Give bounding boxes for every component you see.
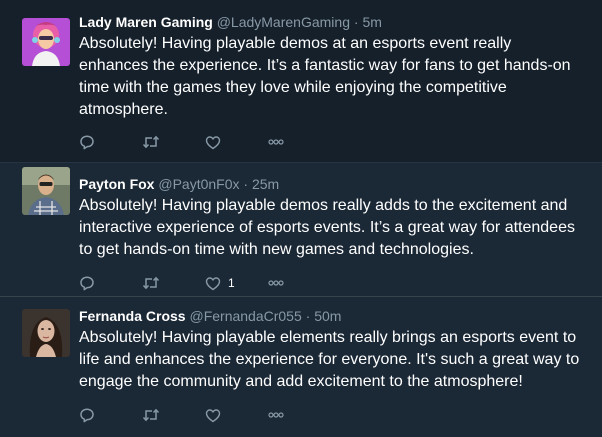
tweet-actions: 1 (79, 273, 592, 293)
more-button[interactable] (268, 280, 331, 286)
avatar-image (22, 167, 70, 215)
like-button[interactable]: 1 (205, 276, 268, 291)
like-button[interactable] (205, 408, 268, 423)
retweet-button[interactable] (142, 407, 205, 423)
user-handle[interactable]: @Payt0nF0x (158, 176, 239, 192)
display-name[interactable]: Payton Fox (79, 176, 154, 192)
more-icon (268, 412, 284, 418)
retweet-icon (142, 276, 160, 290)
tweet[interactable]: Payton Fox @Payt0nF0x · 25m Absolutely! … (0, 163, 602, 297)
separator: · (353, 14, 359, 30)
avatar-image (22, 309, 70, 357)
retweet-button[interactable] (142, 134, 205, 150)
like-button[interactable] (205, 135, 268, 150)
tweet-text: Absolutely! Having playable demos really… (79, 197, 575, 258)
more-button[interactable] (268, 139, 331, 145)
user-handle[interactable]: @FernandaCr055 (189, 308, 301, 324)
timestamp[interactable]: 25m (252, 176, 279, 192)
tweet-feed: Lady Maren Gaming @LadyMarenGaming · 5m … (0, 0, 602, 437)
heart-icon (205, 276, 221, 290)
tweet-actions (79, 132, 592, 152)
tweet-header: Payton Fox @Payt0nF0x · 25m (79, 175, 592, 193)
like-count: 1 (228, 276, 235, 290)
tweet-text: Absolutely! Having playable demos at an … (79, 35, 571, 118)
retweet-icon (142, 135, 160, 149)
more-button[interactable] (268, 412, 331, 418)
display-name[interactable]: Lady Maren Gaming (79, 14, 213, 30)
reply-button[interactable] (79, 275, 142, 291)
reply-icon (80, 276, 94, 291)
reply-icon (80, 135, 94, 150)
heart-icon (205, 408, 221, 422)
timestamp[interactable]: 5m (362, 14, 381, 30)
tweet-text: Absolutely! Having playable elements rea… (79, 329, 580, 390)
tweet-header: Lady Maren Gaming @LadyMarenGaming · 5m (79, 13, 592, 31)
separator: · (243, 176, 249, 192)
tweet-actions (79, 405, 592, 425)
reply-icon (80, 408, 94, 423)
reply-button[interactable] (79, 407, 142, 423)
retweet-icon (142, 408, 160, 422)
display-name[interactable]: Fernanda Cross (79, 308, 186, 324)
tweet-header: Fernanda Cross @FernandaCr055 · 50m (79, 307, 592, 325)
tweet[interactable]: Fernanda Cross @FernandaCr055 · 50m Abso… (0, 297, 602, 437)
heart-icon (205, 135, 221, 149)
avatar[interactable] (22, 309, 70, 357)
timestamp[interactable]: 50m (314, 308, 341, 324)
separator: · (305, 308, 311, 324)
avatar[interactable] (22, 167, 70, 215)
avatar-image (22, 18, 70, 66)
more-icon (268, 139, 284, 145)
avatar[interactable] (22, 18, 70, 66)
more-icon (268, 280, 284, 286)
tweet[interactable]: Lady Maren Gaming @LadyMarenGaming · 5m … (0, 0, 602, 163)
retweet-button[interactable] (142, 275, 205, 291)
user-handle[interactable]: @LadyMarenGaming (217, 14, 350, 30)
reply-button[interactable] (79, 134, 142, 150)
